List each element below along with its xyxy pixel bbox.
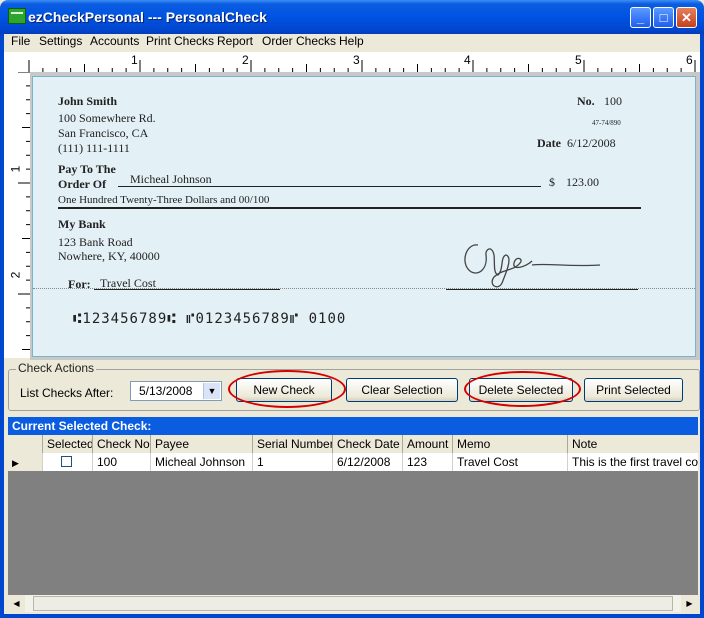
clear-selection-button[interactable]: Clear Selection [346,378,458,402]
maximize-button[interactable]: □ [653,7,674,28]
ruler-number-4: 4 [464,53,471,67]
menu-settings[interactable]: Settings [39,34,82,48]
highlight-circle-delete-selected [464,371,581,407]
ruler-number-2: 2 [242,53,249,67]
check-actions-legend: Check Actions [16,361,97,375]
ruler-number-v1: 1 [8,165,23,173]
column-header-memo[interactable]: Memo [453,435,568,453]
cell-serial-number: 1 [253,453,333,471]
cell-payee: Micheal Johnson [151,453,253,471]
row-select-checkbox[interactable] [61,456,72,467]
check-no-label: No. [577,94,595,108]
payer-address1: 100 Somewhere Rd. [58,111,156,125]
amount-words-line [58,207,641,209]
grid-header: Selected Check No Payee Serial Number Ch… [8,435,698,454]
menu-file[interactable]: File [11,34,30,48]
close-button[interactable]: ✕ [676,7,697,28]
list-checks-after-label: List Checks After: [20,386,114,400]
ruler-ticks [28,60,696,72]
perforation-line [33,288,695,289]
memo-label: For: [68,277,91,291]
column-header-amount[interactable]: Amount [403,435,453,453]
memo-line [94,289,280,290]
list-after-date-value: 5/13/2008 [139,384,193,398]
ruler-number-v2: 2 [8,271,23,279]
amount-words: One Hundred Twenty-Three Dollars and 00/… [58,194,270,206]
payee-line [118,186,541,187]
order-of-label: Order Of [58,177,107,191]
routing-fraction: 47-74/890 [592,119,621,127]
check-date: 6/12/2008 [567,136,616,150]
list-after-date-picker[interactable]: 5/13/2008 ▼ [130,381,222,401]
menu-help[interactable]: Help [339,34,364,48]
menu-bar: File Settings Accounts Print Checks Repo… [4,32,700,52]
column-header-serial-number[interactable]: Serial Number [253,435,333,453]
ruler-ticks-vertical [18,72,30,350]
cell-note: This is the first travel cost p [572,455,698,469]
grid-title: Current Selected Check: [12,419,152,433]
pay-to-label: Pay To The [58,162,116,176]
cell-check-date: 6/12/2008 [333,453,403,471]
signature-line [446,289,638,290]
grid-empty-area [8,471,698,595]
micr-line: ⑆123456789⑆ ⑈0123456789⑈ 0100 [73,311,347,327]
check-amount: 123.00 [566,175,599,189]
menu-accounts[interactable]: Accounts [90,34,139,48]
check-number: 100 [604,94,622,108]
payer-name: John Smith [58,94,118,108]
cell-memo: Travel Cost [453,453,568,471]
menu-print-checks[interactable]: Print Checks [146,34,214,48]
signature-image [464,244,601,288]
grid-title-bar: Current Selected Check: [8,417,698,435]
chevron-down-icon[interactable]: ▼ [203,383,220,399]
window-title: ezCheckPersonal --- PersonalCheck [28,9,267,25]
scrollbar-thumb[interactable] [33,596,673,611]
scroll-right-icon[interactable]: ▶ [681,595,698,612]
ruler-horizontal: 1 2 3 4 5 6 [4,52,700,73]
minimize-button[interactable]: _ [630,7,651,28]
menu-report[interactable]: Report [217,34,253,48]
bank-address2: Nowhere, KY, 40000 [58,249,160,263]
payer-phone: (111) 111-1111 [58,141,130,155]
bank-address1: 123 Bank Road [58,235,133,249]
table-row[interactable]: ▶ 100 Micheal Johnson 1 6/12/2008 123 Tr… [8,453,698,472]
check-preview[interactable]: John Smith 100 Somewhere Rd. San Francis… [32,76,696,357]
currency-symbol: $ [549,175,555,189]
payee-name: Micheal Johnson [130,172,212,186]
horizontal-scrollbar[interactable]: ◀ ▶ [8,595,698,612]
column-header-check-no[interactable]: Check No [93,435,151,453]
ruler-number-6: 6 [686,53,693,67]
bank-name: My Bank [58,217,106,231]
row-header-corner [8,435,43,453]
cell-selected[interactable] [43,453,93,471]
cell-amount: 123 [403,453,453,471]
cell-check-no: 100 [93,453,151,471]
highlight-circle-new-check [228,370,346,408]
app-icon [8,8,26,24]
column-header-selected[interactable]: Selected [43,435,93,453]
column-header-payee[interactable]: Payee [151,435,253,453]
row-selector[interactable]: ▶ [8,453,43,471]
scroll-left-icon[interactable]: ◀ [8,595,25,612]
column-header-check-date[interactable]: Check Date [333,435,403,453]
payer-address2: San Francisco, CA [58,126,149,140]
window-frame-bottom [0,614,704,618]
ruler-number-1: 1 [131,53,138,67]
menu-order-checks[interactable]: Order Checks [262,34,336,48]
row-pointer-icon: ▶ [12,458,19,468]
window-frame-right [700,34,704,618]
date-label: Date [537,136,561,150]
column-header-note[interactable]: Note [568,435,698,453]
ruler-number-3: 3 [353,53,360,67]
ruler-vertical: 1 2 [4,72,31,358]
ruler-number-5: 5 [575,53,582,67]
print-selected-button[interactable]: Print Selected [584,378,683,402]
